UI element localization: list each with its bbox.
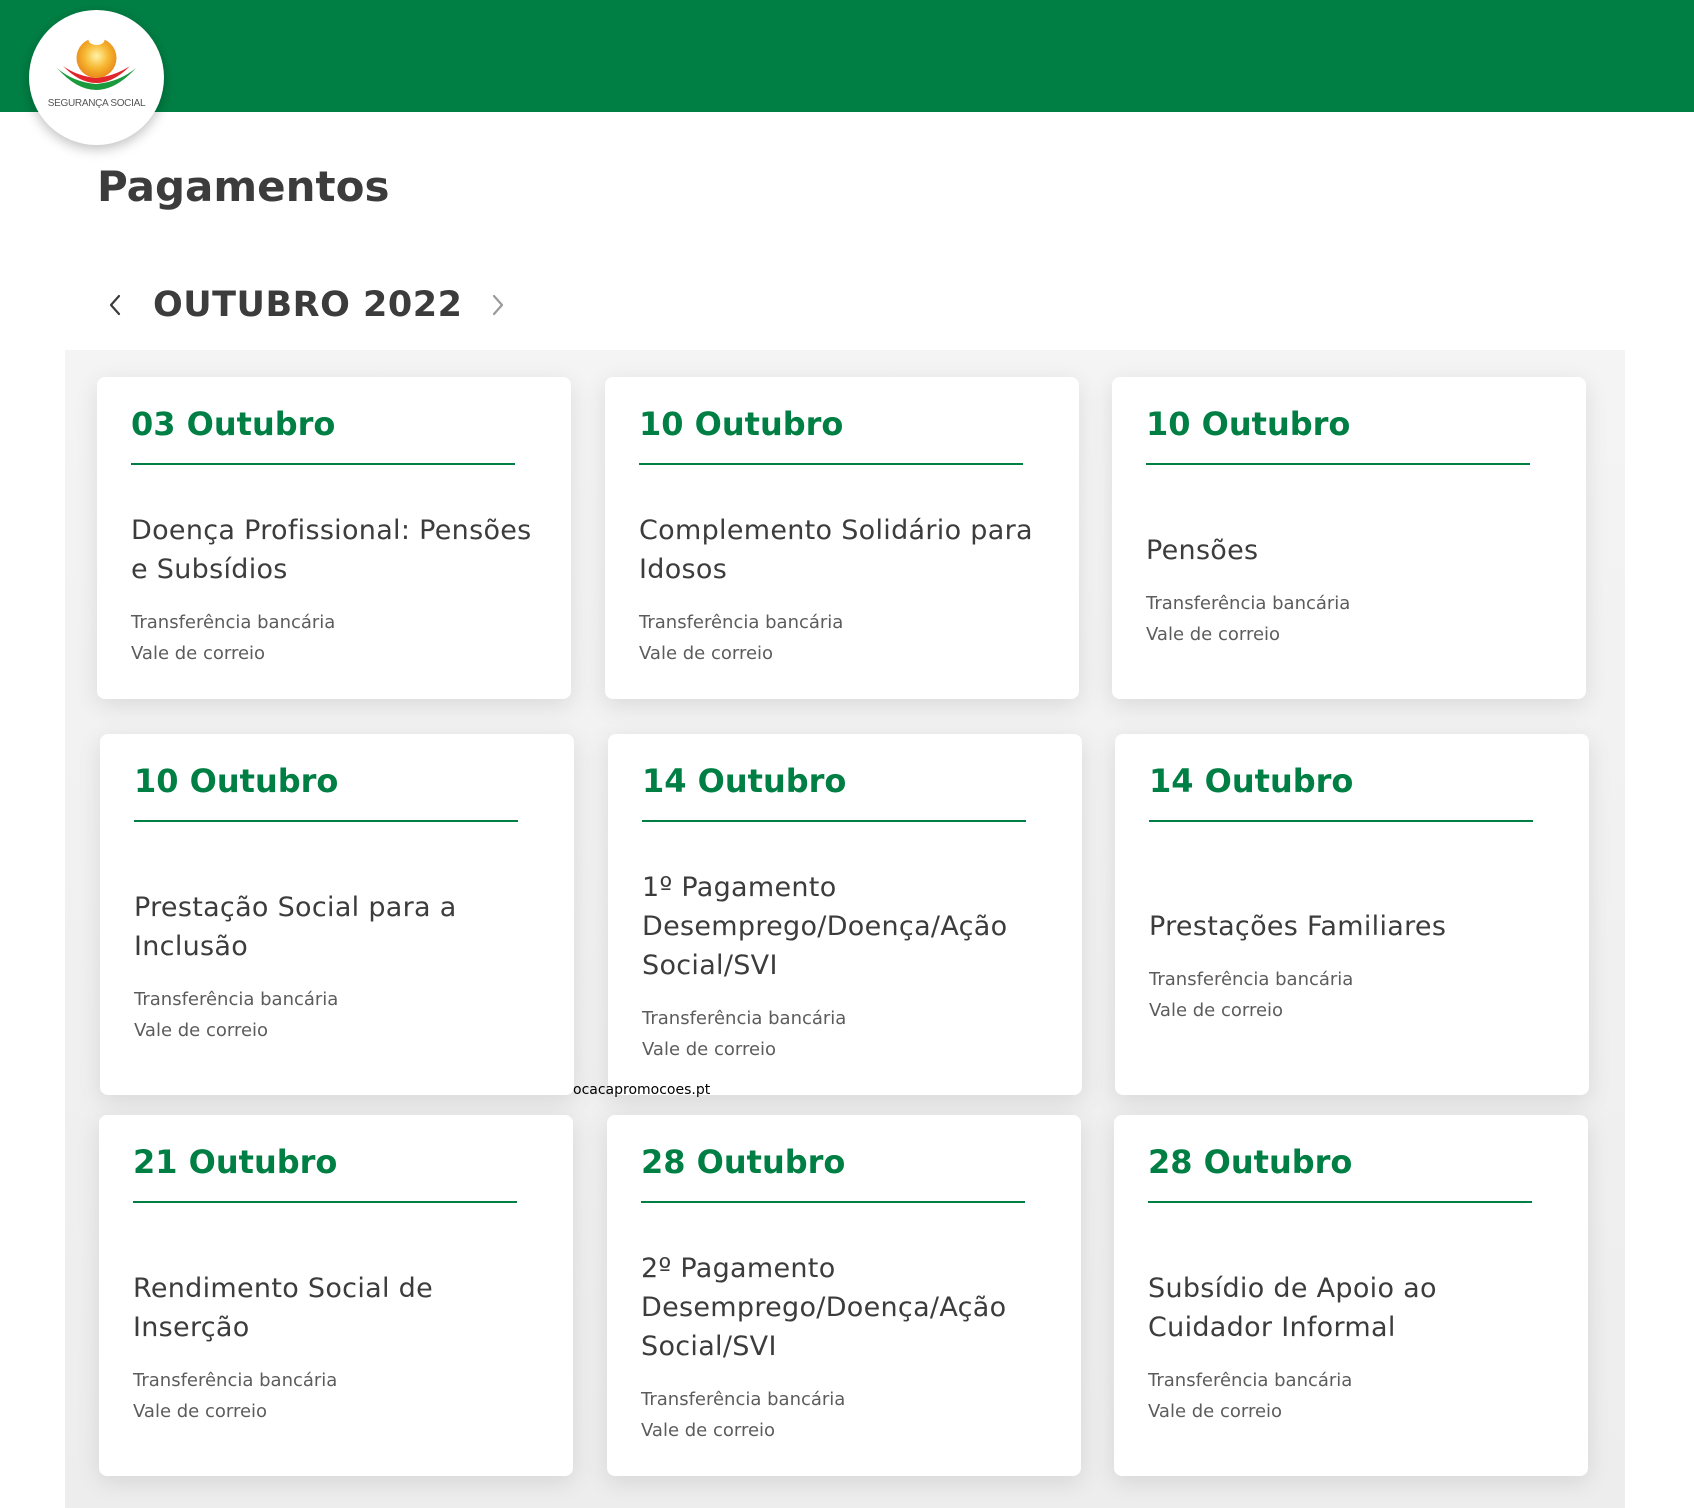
payment-card[interactable]: 10 Outubro Pensões Transferência bancári… bbox=[1112, 377, 1586, 699]
payment-card[interactable]: 28 Outubro Subsídio de Apoio ao Cuidador… bbox=[1114, 1115, 1588, 1476]
payment-date: 14 Outubro bbox=[642, 762, 847, 800]
payment-method: Transferência bancária bbox=[133, 1369, 338, 1391]
next-month-button[interactable] bbox=[480, 280, 516, 330]
payment-card[interactable]: 28 Outubro 2º Pagamento Desemprego/Doenç… bbox=[607, 1115, 1081, 1476]
payment-card[interactable]: 10 Outubro Prestação Social para a Inclu… bbox=[100, 734, 574, 1095]
payment-method: Vale de correio bbox=[1146, 623, 1281, 645]
payment-date: 10 Outubro bbox=[1146, 405, 1351, 443]
card-divider bbox=[641, 1201, 1025, 1204]
payment-method: Transferência bancária bbox=[642, 1008, 847, 1029]
payment-card[interactable]: 10 Outubro Complemento Solidário para Id… bbox=[605, 377, 1079, 699]
card-divider bbox=[642, 820, 1026, 823]
page-title: Pagamentos bbox=[97, 162, 390, 211]
payment-card[interactable]: 14 Outubro 1º Pagamento Desemprego/Doenç… bbox=[608, 734, 1082, 1095]
logo-wordmark: SEGURANÇA SOCIAL bbox=[47, 98, 146, 109]
payment-title: Prestações Familiares bbox=[1149, 911, 1447, 942]
payment-title: Rendimento Social de Inserção bbox=[133, 1272, 434, 1343]
payment-date: 28 Outubro bbox=[641, 1143, 846, 1181]
payment-date: 21 Outubro bbox=[133, 1143, 338, 1181]
payment-card[interactable]: 21 Outubro Rendimento Social de Inserção… bbox=[99, 1115, 573, 1476]
current-month-label: OUTUBRO 2022 bbox=[153, 285, 463, 325]
payment-method: Transferência bancária bbox=[131, 612, 336, 633]
payment-method: Vale de correio bbox=[133, 1400, 268, 1422]
top-header-bar bbox=[0, 0, 1694, 112]
payment-method: Vale de correio bbox=[641, 1420, 776, 1441]
payment-method: Vale de correio bbox=[131, 643, 266, 664]
payment-date: 14 Outubro bbox=[1149, 762, 1354, 800]
payment-method: Vale de correio bbox=[642, 1039, 777, 1060]
card-divider bbox=[1146, 463, 1530, 466]
payment-title: Complemento Solidário para Idosos bbox=[639, 515, 1033, 585]
payment-method: Transferência bancária bbox=[134, 988, 339, 1010]
payment-date: 10 Outubro bbox=[639, 405, 844, 443]
payment-method: Vale de correio bbox=[1149, 1000, 1284, 1021]
card-divider bbox=[133, 1201, 517, 1204]
payment-title: Doença Profissional: Pensões e Subsídios bbox=[131, 515, 532, 585]
payment-date: 03 Outubro bbox=[131, 405, 336, 443]
card-divider bbox=[1148, 1201, 1532, 1204]
payment-card[interactable]: 03 Outubro Doença Profissional: Pensões … bbox=[97, 377, 571, 699]
month-navigator: OUTUBRO 2022 bbox=[97, 275, 516, 335]
chevron-left-icon bbox=[109, 294, 121, 316]
payment-card[interactable]: 14 Outubro Prestações Familiares Transfe… bbox=[1115, 734, 1589, 1095]
payment-method: Vale de correio bbox=[134, 1019, 269, 1041]
watermark-text: ocacapromocoes.pt bbox=[573, 1082, 711, 1098]
card-divider bbox=[134, 820, 518, 823]
previous-month-button[interactable] bbox=[97, 280, 133, 330]
sun-emblem-icon bbox=[57, 35, 136, 90]
payment-title: 2º Pagamento Desemprego/Doença/Ação Soci… bbox=[641, 1253, 1007, 1362]
payment-title: Pensões bbox=[1146, 534, 1259, 566]
payment-title: Prestação Social para a Inclusão bbox=[134, 891, 457, 962]
card-divider bbox=[1149, 820, 1533, 823]
payment-method: Transferência bancária bbox=[1149, 969, 1354, 990]
chevron-right-icon bbox=[493, 294, 504, 316]
payment-method: Transferência bancária bbox=[1146, 592, 1351, 614]
payment-date: 28 Outubro bbox=[1148, 1143, 1353, 1181]
payment-method: Transferência bancária bbox=[639, 612, 844, 633]
payment-date: 10 Outubro bbox=[134, 762, 339, 800]
payment-method: Vale de correio bbox=[1148, 1400, 1283, 1422]
payment-method: Transferência bancária bbox=[641, 1389, 846, 1410]
payment-method: Transferência bancária bbox=[1148, 1369, 1353, 1391]
payment-title: 1º Pagamento Desemprego/Doença/Ação Soci… bbox=[642, 872, 1008, 981]
card-divider bbox=[639, 463, 1023, 466]
payment-method: Vale de correio bbox=[639, 643, 774, 664]
payment-title: Subsídio de Apoio ao Cuidador Informal bbox=[1148, 1272, 1437, 1343]
seguranca-social-logo[interactable]: SEGURANÇA SOCIAL bbox=[29, 10, 164, 145]
card-divider bbox=[131, 463, 515, 466]
